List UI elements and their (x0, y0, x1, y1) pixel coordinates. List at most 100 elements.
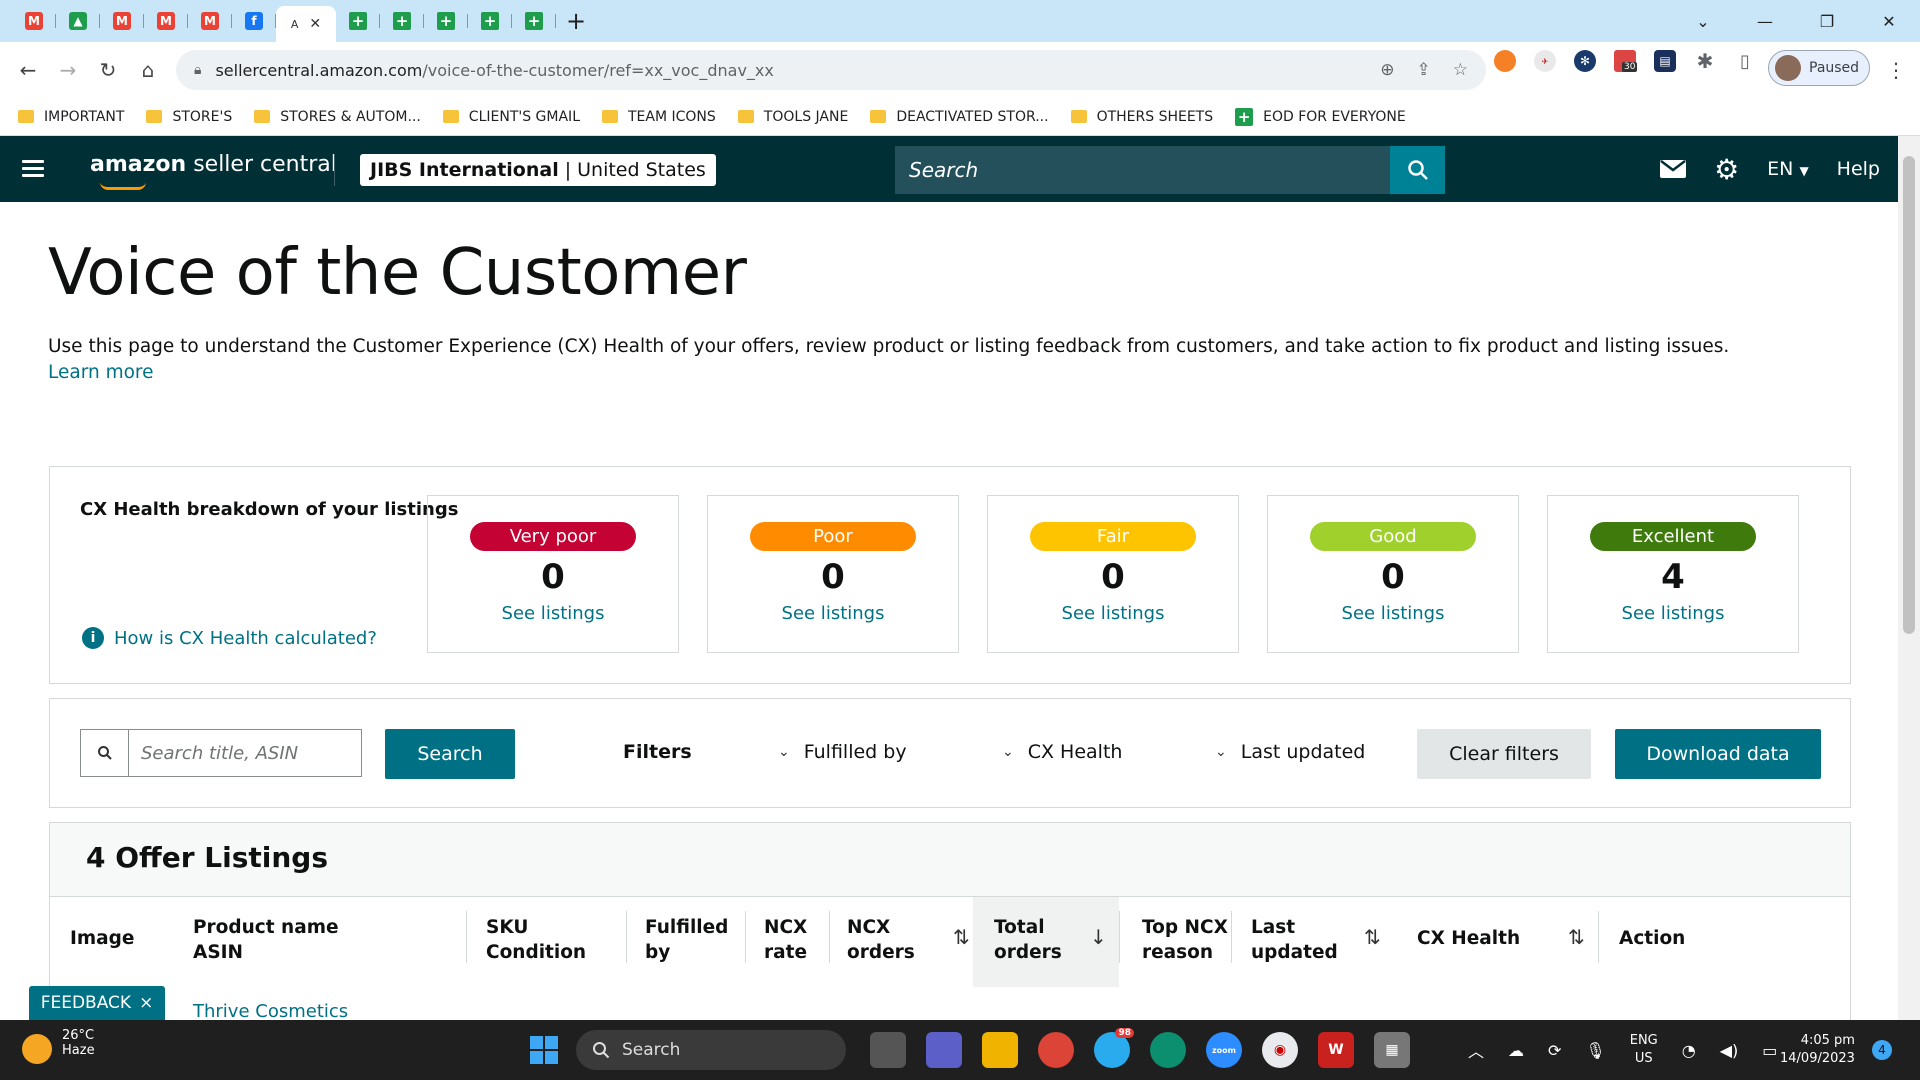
extension-icon[interactable]: ▤ (1654, 50, 1676, 72)
last-updated-dropdown[interactable]: ⌄ Last updated (1215, 741, 1365, 763)
see-listings-link[interactable]: See listings (502, 603, 605, 624)
input-language[interactable]: ENG US (1630, 1032, 1658, 1068)
see-listings-link[interactable]: See listings (1622, 603, 1725, 624)
feedback-tab[interactable]: FEEDBACK × (29, 986, 165, 1020)
language-selector[interactable]: EN ▼ (1767, 158, 1809, 180)
vpn-icon[interactable]: ◉ (1262, 1032, 1298, 1068)
calendar-extension-icon[interactable]: 30 (1614, 50, 1638, 72)
sort-descending-icon[interactable]: ↓ (1090, 925, 1107, 949)
browser-tab[interactable]: + (424, 6, 468, 36)
column-header[interactable]: Total orders (994, 915, 1062, 965)
extension-icon[interactable]: ✈ (1534, 50, 1556, 72)
bookmark-item[interactable]: DEACTIVATED STOR... (870, 109, 1049, 125)
wifi-icon[interactable]: ◔ (1682, 1041, 1696, 1060)
wps-office-icon[interactable]: W (1318, 1032, 1354, 1068)
cx-health-dropdown[interactable]: ⌄ CX Health (1002, 741, 1122, 763)
clock[interactable]: 4:05 pm 14/09/2023 (1780, 1032, 1855, 1068)
teams-icon[interactable] (926, 1032, 962, 1068)
omnibox[interactable]: 🔒︎ sellercentral.amazon.com/voice-of-the… (176, 50, 1486, 90)
chrome-icon[interactable] (1038, 1032, 1074, 1068)
restore-button[interactable]: ❐ (1796, 0, 1858, 42)
bookmark-item[interactable]: CLIENT'S GMAIL (442, 109, 580, 125)
see-listings-link[interactable]: See listings (782, 603, 885, 624)
listing-search-box[interactable]: Search title, ASIN (80, 729, 362, 777)
tab-close-icon[interactable]: ✕ (309, 16, 321, 32)
listing-search-input[interactable]: Search title, ASIN (129, 743, 298, 764)
browser-tab[interactable]: + (512, 6, 556, 36)
browser-tab[interactable]: M (188, 6, 232, 36)
extension-icon[interactable]: ✻ (1574, 50, 1596, 72)
hamburger-menu-icon[interactable] (22, 160, 44, 178)
search-button[interactable]: Search (385, 729, 515, 779)
sort-icon[interactable]: ⇅ (953, 925, 970, 949)
bookmark-item[interactable]: TEAM ICONS (602, 109, 716, 125)
bookmark-item[interactable]: STORE'S (146, 109, 232, 125)
tab-search-icon[interactable]: ⌄ (1672, 0, 1734, 42)
home-icon[interactable]: ⌂ (128, 58, 168, 82)
browser-tab[interactable]: ▲ (56, 6, 100, 36)
help-link[interactable]: Help (1837, 158, 1880, 180)
product-name-link[interactable]: Thrive Cosmetics (193, 1001, 348, 1022)
scrollbar-thumb[interactable] (1903, 156, 1915, 634)
battery-icon[interactable]: ▭ (1762, 1041, 1777, 1060)
browser-tab[interactable]: f (232, 6, 276, 36)
volume-icon[interactable]: ◀) (1720, 1041, 1739, 1060)
bookmark-item[interactable]: + EOD FOR EVERYONE (1235, 107, 1406, 126)
puzzle-icon[interactable]: ✱ (1694, 49, 1716, 73)
see-listings-link[interactable]: See listings (1062, 603, 1165, 624)
fulfilled-by-dropdown[interactable]: ⌄ Fulfilled by (778, 741, 907, 763)
edge-icon[interactable] (1150, 1032, 1186, 1068)
bookmark-item[interactable]: IMPORTANT (18, 109, 124, 125)
header-search-button[interactable] (1390, 146, 1445, 194)
see-listings-link[interactable]: See listings (1342, 603, 1445, 624)
telegram-icon[interactable]: 98 (1094, 1028, 1134, 1068)
close-window-button[interactable]: ✕ (1858, 0, 1920, 42)
bookmark-star-icon[interactable]: ☆ (1453, 60, 1468, 80)
browser-tab[interactable]: M (100, 6, 144, 36)
learn-more-link[interactable]: Learn more (48, 360, 1808, 386)
back-icon[interactable]: ← (8, 58, 48, 82)
calculator-icon[interactable]: ▦ (1374, 1032, 1410, 1068)
header-search[interactable]: Search (895, 146, 1445, 194)
notification-badge[interactable]: 4 (1872, 1040, 1892, 1060)
bookmark-item[interactable]: TOOLS JANE (737, 109, 848, 125)
column-header[interactable]: Last updated (1251, 915, 1338, 965)
task-view-icon[interactable] (870, 1032, 906, 1068)
menu-kebab-icon[interactable]: ⋮ (1886, 58, 1906, 82)
lock-icon[interactable]: 🔒︎ (194, 62, 201, 78)
mail-icon[interactable] (1660, 160, 1687, 178)
bookmark-item[interactable]: STORES & AUTOM... (254, 109, 421, 125)
cx-health-help[interactable]: i How is CX Health calculated? (82, 627, 377, 649)
start-button[interactable] (530, 1036, 558, 1064)
sort-icon[interactable]: ⇅ (1568, 925, 1585, 949)
tab-active[interactable]: A ✕ (276, 6, 336, 42)
onedrive-icon[interactable]: ☁ (1508, 1041, 1524, 1060)
chevron-up-icon[interactable]: ︿ (1468, 1038, 1484, 1062)
reload-icon[interactable]: ↻ (88, 58, 128, 82)
seller-central-logo[interactable]: amazon seller central (90, 152, 337, 190)
share-icon[interactable]: ⇪ (1417, 60, 1431, 80)
column-header[interactable]: NCX orders (847, 915, 915, 965)
microphone-icon[interactable]: 🎙︎ (1585, 1041, 1605, 1060)
zoom-icon[interactable]: zoom (1206, 1032, 1242, 1068)
weather-widget[interactable]: 26°C Haze (22, 1028, 95, 1064)
forward-icon[interactable]: → (48, 58, 88, 82)
new-tab-button[interactable]: + (556, 7, 596, 35)
extension-icon[interactable] (1494, 50, 1516, 72)
close-icon[interactable]: × (139, 993, 153, 1013)
profile-button[interactable]: Paused (1768, 50, 1870, 86)
cx-health-help-link[interactable]: How is CX Health calculated? (114, 628, 377, 649)
taskbar-search[interactable]: Search (576, 1030, 846, 1070)
clear-filters-button[interactable]: Clear filters (1417, 729, 1591, 779)
browser-tab[interactable]: M (12, 6, 56, 36)
minimize-button[interactable]: — (1734, 0, 1796, 42)
side-panel-icon[interactable]: ▯ (1734, 50, 1756, 72)
header-search-input[interactable]: Search (895, 158, 1390, 182)
browser-tab[interactable]: + (468, 6, 512, 36)
sync-icon[interactable]: ⟳ (1548, 1041, 1561, 1060)
file-explorer-icon[interactable] (982, 1032, 1018, 1068)
download-data-button[interactable]: Download data (1615, 729, 1821, 779)
bookmark-item[interactable]: OTHERS SHEETS (1070, 109, 1213, 125)
browser-tab[interactable]: + (380, 6, 424, 36)
sort-icon[interactable]: ⇅ (1364, 925, 1381, 949)
